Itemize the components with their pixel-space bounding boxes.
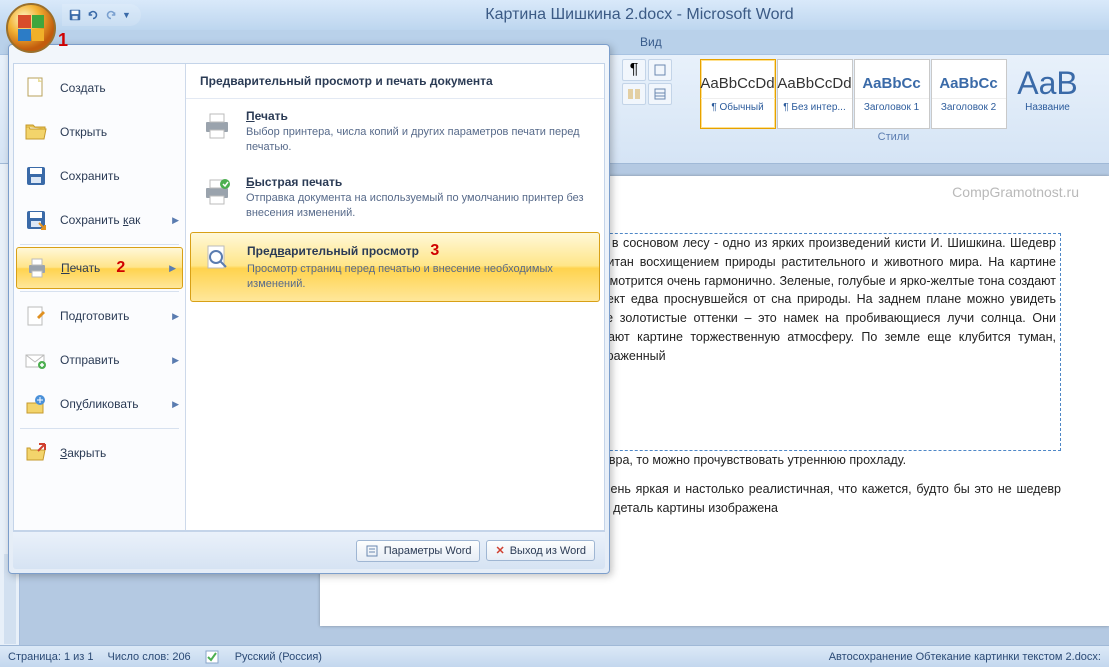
- status-autosave: Автосохранение Обтекание картинки тексто…: [829, 651, 1101, 663]
- qat-save-icon[interactable]: [68, 8, 82, 22]
- office-button[interactable]: [6, 3, 56, 53]
- send-icon: [22, 346, 50, 374]
- tab-view[interactable]: Вид: [630, 32, 672, 52]
- style-nospacing[interactable]: AaBbCcDd ¶ Без интер...: [777, 59, 853, 129]
- annotation-2: 2: [116, 259, 125, 277]
- status-wordcount[interactable]: Число слов: 206: [108, 651, 191, 663]
- styles-gallery: AaBbCcDd ¶ Обычный AaBbCcDd ¶ Без интер.…: [700, 59, 1088, 129]
- quick-access-toolbar: ▼: [62, 4, 141, 26]
- chevron-right-icon: ▶: [172, 215, 179, 226]
- style-normal[interactable]: AaBbCcDd ¶ Обычный: [700, 59, 776, 129]
- submenu-print[interactable]: Печать Выбор принтера, числа копий и дру…: [186, 99, 604, 165]
- office-menu-left: Создать Открыть Сохранить Сохранить как …: [14, 64, 186, 530]
- chevron-right-icon: ▶: [172, 399, 179, 410]
- doc-paragraph-1: Утро в сосновом лесу - одно из ярких про…: [575, 233, 1061, 451]
- status-page[interactable]: Страница: 1 из 1: [8, 651, 94, 663]
- submenu-title: Предварительный просмотр и печать докуме…: [186, 64, 604, 99]
- style-title-preview[interactable]: AaB: [1008, 59, 1088, 102]
- ribbon-icon-2[interactable]: [648, 59, 672, 81]
- menu-save[interactable]: Сохранить: [14, 154, 185, 198]
- qat-undo-icon[interactable]: [86, 8, 100, 22]
- menu-close[interactable]: Закрыть: [14, 431, 185, 475]
- chevron-right-icon: ▶: [169, 263, 176, 274]
- office-menu-right: Предварительный просмотр и печать докуме…: [186, 64, 604, 530]
- menu-open[interactable]: Открыть: [14, 110, 185, 154]
- menu-saveas[interactable]: Сохранить как ▶: [14, 198, 185, 242]
- print-icon: [23, 254, 51, 282]
- ribbon-misc-icons: ¶: [618, 55, 678, 109]
- menu-publish[interactable]: Опубликовать ▶: [14, 382, 185, 426]
- status-proofing-icon[interactable]: [205, 650, 221, 664]
- close-icon: [22, 439, 50, 467]
- qat-dropdown-icon[interactable]: ▼: [122, 10, 131, 20]
- chevron-right-icon: ▶: [172, 355, 179, 366]
- print-preview-icon: [201, 242, 235, 276]
- office-menu: Создать Открыть Сохранить Сохранить как …: [8, 44, 610, 574]
- ribbon-icon-1[interactable]: ¶: [622, 59, 646, 81]
- menu-prepare[interactable]: Подготовить ▶: [14, 294, 185, 338]
- prepare-icon: [22, 302, 50, 330]
- styles-group-label: Стили: [878, 129, 910, 143]
- publish-icon: [22, 390, 50, 418]
- printer-icon: [200, 109, 234, 143]
- style-heading1[interactable]: AaBbCc Заголовок 1: [854, 59, 930, 129]
- watermark: CompGramotnost.ru: [952, 184, 1079, 200]
- style-heading2[interactable]: AaBbCc Заголовок 2: [931, 59, 1007, 129]
- exit-word-button[interactable]: ✕ Выход из Word: [486, 540, 595, 561]
- ribbon-icon-4[interactable]: [648, 83, 672, 105]
- new-doc-icon: [22, 74, 50, 102]
- chevron-right-icon: ▶: [172, 311, 179, 322]
- folder-open-icon: [22, 118, 50, 146]
- title-bar: 1 ▼ Картина Шишкина 2.docx - Microsoft W…: [0, 0, 1109, 30]
- annotation-1: 1: [58, 30, 68, 51]
- qat-redo-icon[interactable]: [104, 8, 118, 22]
- status-language[interactable]: Русский (Россия): [235, 651, 322, 663]
- submenu-quickprint[interactable]: Быстрая печать Отправка документа на исп…: [186, 165, 604, 231]
- office-menu-footer: Параметры Word ✕ Выход из Word: [13, 531, 605, 569]
- quick-print-icon: [200, 175, 234, 209]
- menu-send[interactable]: Отправить ▶: [14, 338, 185, 382]
- word-options-button[interactable]: Параметры Word: [356, 540, 481, 562]
- saveas-icon: [22, 206, 50, 234]
- status-bar: Страница: 1 из 1 Число слов: 206 Русский…: [0, 645, 1109, 667]
- window-title: Картина Шишкина 2.docx - Microsoft Word: [170, 6, 1109, 24]
- annotation-3: 3: [430, 242, 439, 259]
- menu-print[interactable]: Печать 2 ▶: [16, 247, 183, 289]
- save-icon: [22, 162, 50, 190]
- menu-new[interactable]: Создать: [14, 66, 185, 110]
- ribbon-icon-3[interactable]: [622, 83, 646, 105]
- submenu-preview[interactable]: Предварительный просмотр 3 Просмотр стра…: [190, 232, 600, 302]
